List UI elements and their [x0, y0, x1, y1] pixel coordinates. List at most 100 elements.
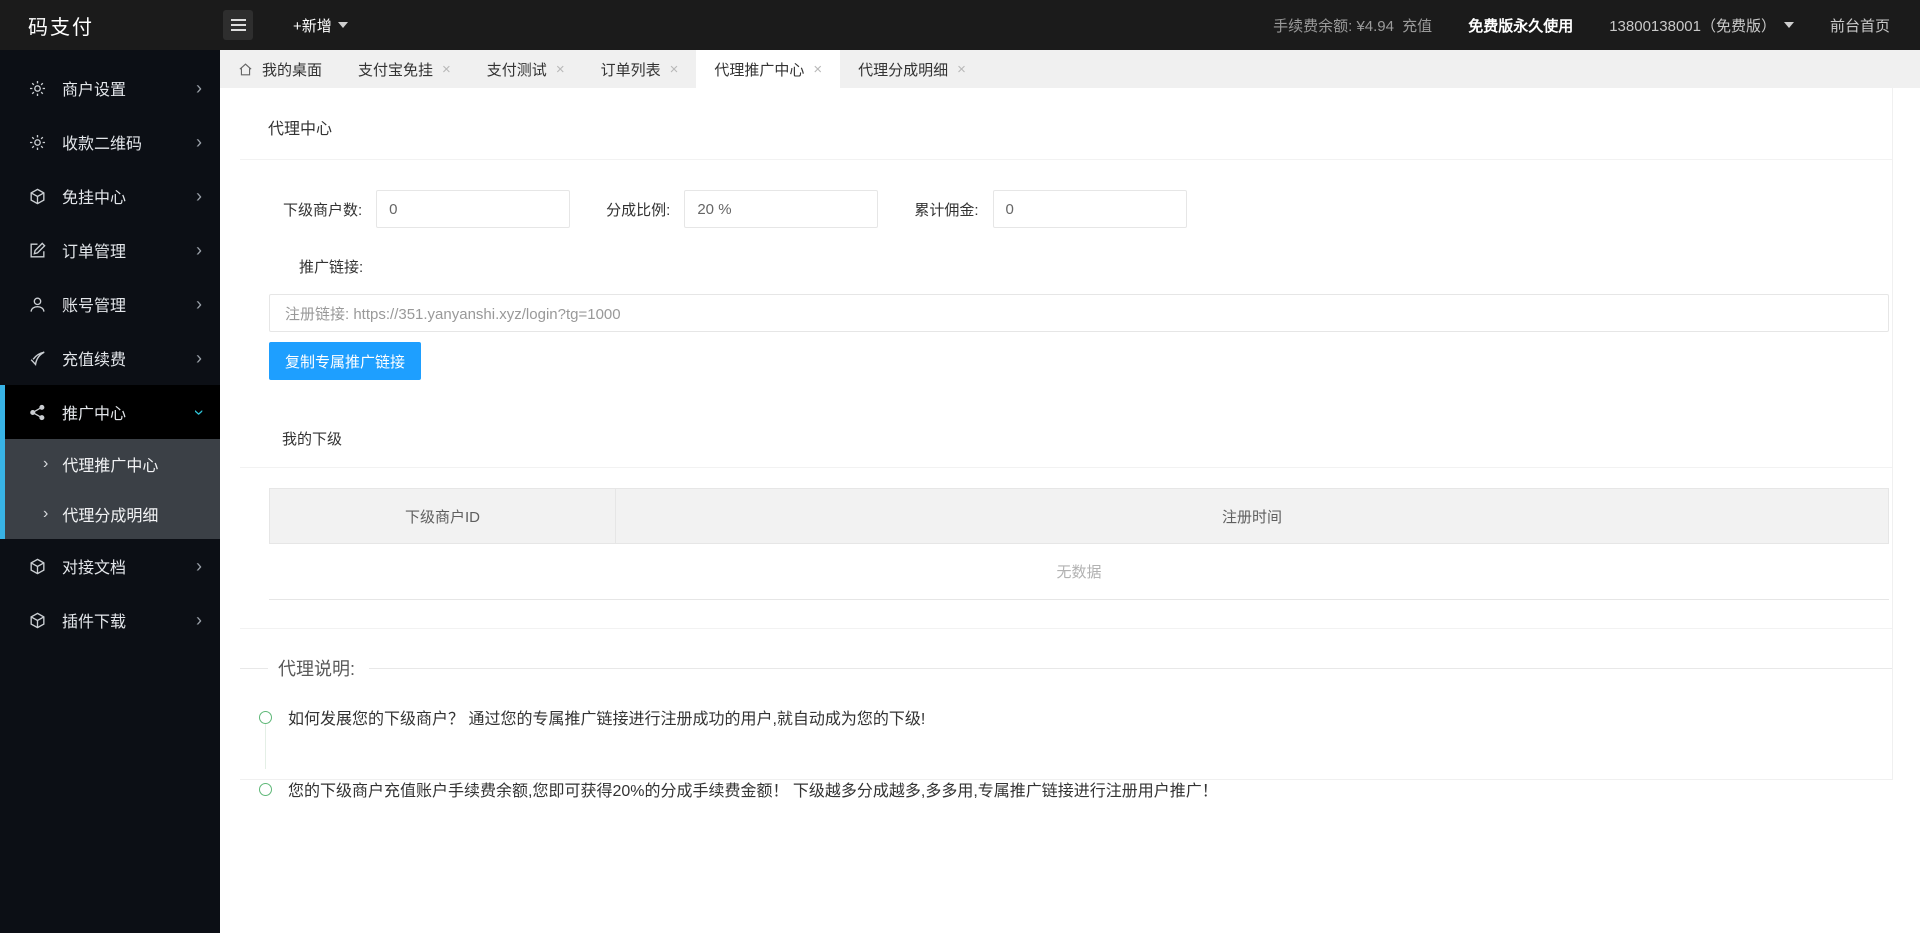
legend-line [240, 667, 268, 669]
caret-down-icon [1783, 22, 1794, 28]
sidebar-subitem-agent-share-details[interactable]: › 代理分成明细 [5, 489, 220, 539]
field-label: 累计佣金: [914, 201, 979, 219]
sidebar-item-order-management[interactable]: 订单管理 › [0, 223, 220, 277]
field-subordinate-count: 下级商户数: [283, 190, 571, 228]
sidebar-item-label: 推广中心 [62, 406, 127, 423]
sidebar-item-label: 充值续费 [62, 352, 127, 369]
tab-label: 支付宝免挂 [358, 61, 434, 79]
gear-icon [29, 134, 46, 150]
sidebar-item-plugin-download[interactable]: 插件下载 › [0, 593, 220, 647]
agent-notes-legend: 代理说明: [240, 655, 1892, 681]
account-label: 13800138001（免费版） [1609, 17, 1776, 35]
tab-label: 订单列表 [600, 61, 661, 79]
column-header-register-time: 注册时间 [1221, 508, 1282, 526]
promo-link-label: 推广链接: [299, 259, 364, 276]
sidebar-item-merchant-settings[interactable]: 商户设置 › [0, 61, 220, 115]
fee-balance-label: 手续费余额: [1273, 17, 1353, 35]
field-total-commission: 累计佣金: [914, 190, 1187, 228]
chevron-right-icon: › [196, 609, 202, 630]
close-icon[interactable]: × [813, 61, 822, 78]
sidebar-subitem-agent-promotion-center[interactable]: › 代理推广中心 [5, 439, 220, 489]
bullet-circle-icon [259, 710, 272, 724]
field-share-ratio: 分成比例: [606, 190, 879, 228]
subordinates-table: 下级商户ID 注册时间 无数据 [269, 488, 1889, 600]
chevron-down-icon: › [189, 409, 210, 415]
sidebar: 商户设置 › 收款二维码 › 免挂中心 › 订单管理 › 账号管理 › 充值续费… [0, 50, 220, 933]
hamburger-icon [230, 19, 246, 21]
tab-payment-test[interactable]: 支付测试 × [469, 50, 583, 88]
new-dropdown-label: +新增 [293, 17, 332, 35]
caret-down-icon [337, 22, 348, 28]
sidebar-item-label: 对接文档 [62, 560, 127, 577]
sidebar-item-qrcode[interactable]: 收款二维码 › [0, 115, 220, 169]
close-icon[interactable]: × [442, 61, 451, 78]
chevron-right-icon: › [196, 239, 202, 260]
new-dropdown-button[interactable]: +新增 [293, 15, 348, 36]
field-label: 下级商户数: [283, 201, 363, 219]
sidebar-item-account-management[interactable]: 账号管理 › [0, 277, 220, 331]
topbar: 码支付 +新增 手续费余额: ¥4.94 充值 免费版永久使用 13800138… [0, 0, 1920, 50]
tab-label: 支付测试 [486, 61, 547, 79]
cube-icon [30, 188, 45, 204]
tab-my-desktop[interactable]: 我的桌面 [220, 50, 340, 88]
note-text: 如何发展您的下级商户？ 通过您的专属推广链接进行注册成功的用户,就自动成为您的下… [288, 711, 926, 728]
sidebar-toggle-button[interactable] [223, 10, 253, 40]
tab-alipay-free-hang[interactable]: 支付宝免挂 × [340, 50, 469, 88]
chevron-right-icon: › [196, 293, 202, 314]
topbar-right: 手续费余额: ¥4.94 充值 免费版永久使用 13800138001（免费版）… [1273, 15, 1920, 36]
sidebar-item-api-docs[interactable]: 对接文档 › [0, 539, 220, 593]
table-header-row: 下级商户ID 注册时间 [269, 488, 1889, 544]
sidebar-item-label: 收款二维码 [62, 136, 143, 153]
tab-agent-share-details[interactable]: 代理分成明细 × [840, 50, 984, 88]
chevron-right-icon: › [196, 77, 202, 98]
sidebar-group-promotion-center: 推广中心 › › 代理推广中心 › 代理分成明细 [0, 385, 220, 539]
close-icon[interactable]: × [957, 61, 966, 78]
fee-balance: 手续费余额: ¥4.94 充值 [1273, 15, 1432, 36]
main-content: 代理中心 下级商户数: 分成比例: 累计佣金: 推广链接: 注册链接: http… [220, 88, 1920, 933]
close-icon[interactable]: × [670, 61, 679, 78]
check-icon [30, 350, 45, 366]
tab-label: 代理推广中心 [714, 61, 805, 79]
chevron-right-icon: › [196, 131, 202, 152]
cube-icon [30, 612, 45, 628]
account-dropdown[interactable]: 13800138001（免费版） [1609, 15, 1794, 36]
tab-label: 我的桌面 [262, 61, 323, 79]
fee-balance-amount: ¥4.94 [1356, 17, 1394, 35]
divider [240, 467, 1892, 468]
sidebar-item-label: 插件下载 [62, 614, 127, 631]
share-icon [30, 404, 45, 420]
sidebar-item-label: 订单管理 [62, 244, 127, 261]
column-header-subordinate-id: 下级商户ID [270, 489, 616, 543]
agent-notes-list: 如何发展您的下级商户？ 通过您的专属推广链接进行注册成功的用户,就自动成为您的下… [240, 705, 1892, 801]
chevron-right-icon: › [43, 505, 49, 522]
agent-notes-title: 代理说明: [278, 659, 356, 679]
subordinate-count-input[interactable] [376, 190, 571, 228]
gear-icon [29, 80, 46, 96]
note-item: 如何发展您的下级商户？ 通过您的专属推广链接进行注册成功的用户,就自动成为您的下… [259, 705, 1892, 729]
edit-icon [30, 241, 46, 258]
sidebar-subitem-label: 代理分成明细 [62, 508, 159, 525]
field-label: 分成比例: [606, 201, 671, 219]
agent-stats-row: 下级商户数: 分成比例: 累计佣金: [283, 190, 1892, 228]
recharge-link[interactable]: 充值 [1402, 18, 1432, 35]
close-icon[interactable]: × [556, 61, 565, 78]
total-commission-input[interactable] [992, 190, 1187, 228]
front-home-link[interactable]: 前台首页 [1830, 15, 1890, 36]
sidebar-subitem-label: 代理推广中心 [62, 458, 159, 475]
app-logo: 码支付 [28, 16, 94, 39]
tab-order-list[interactable]: 订单列表 × [583, 50, 697, 88]
chevron-right-icon: › [196, 555, 202, 576]
table-empty-state: 无数据 [269, 544, 1889, 600]
sidebar-item-promotion-center[interactable]: 推广中心 › [5, 385, 220, 439]
divider [240, 159, 1892, 160]
share-ratio-input[interactable] [684, 190, 879, 228]
copy-promo-link-button[interactable]: 复制专属推广链接 [269, 342, 421, 380]
tab-agent-promotion-center[interactable]: 代理推广中心 × [696, 50, 841, 88]
register-link-box[interactable]: 注册链接: https://351.yanyanshi.xyz/login?tg… [269, 294, 1889, 332]
tabbar: 我的桌面 支付宝免挂 × 支付测试 × 订单列表 × 代理推广中心 × 代理分成… [220, 50, 1920, 88]
divider [240, 628, 1892, 629]
sidebar-item-recharge-renewal[interactable]: 充值续费 › [0, 331, 220, 385]
timeline-connector [265, 721, 266, 769]
sidebar-item-label: 免挂中心 [62, 190, 127, 207]
sidebar-item-free-hang-center[interactable]: 免挂中心 › [0, 169, 220, 223]
